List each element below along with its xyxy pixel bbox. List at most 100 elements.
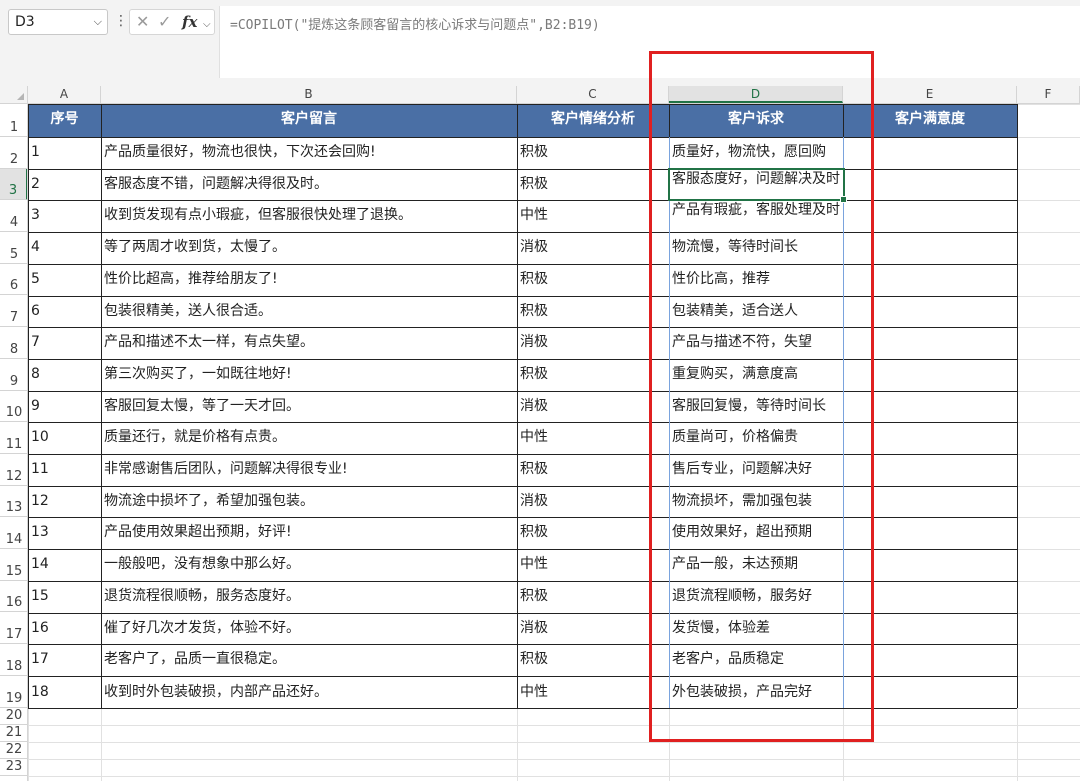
table-cell[interactable]: 产品质量很好，物流也很快，下次还会回购! xyxy=(101,137,517,169)
more-options-icon[interactable]: ⋮ xyxy=(114,12,128,30)
table-cell[interactable]: 产品和描述不太一样，有点失望。 xyxy=(101,327,517,359)
table-cell[interactable]: 消极 xyxy=(517,327,669,359)
table-cell[interactable]: 18 xyxy=(28,676,101,708)
row-number: 22 xyxy=(5,742,23,757)
table-cell[interactable]: 2 xyxy=(28,169,101,201)
formula-bar: D3 ⌵ ⋮ ✕ ✓ fx ⌵ =COPILOT("提炼这条顾客留言的核心诉求与… xyxy=(0,0,1080,86)
row-header[interactable]: 20 xyxy=(0,708,28,725)
table-cell[interactable]: 老客户了，品质一直很稳定。 xyxy=(101,644,517,676)
row-header[interactable]: 19 xyxy=(0,676,28,708)
table-cell[interactable]: 1 xyxy=(28,137,101,169)
row-header[interactable]: 14 xyxy=(0,517,28,550)
table-cell[interactable]: 积极 xyxy=(517,581,669,613)
table-cell[interactable]: 积极 xyxy=(517,517,669,549)
table-cell[interactable]: 积极 xyxy=(517,169,669,201)
table-header-cell[interactable]: 客户留言 xyxy=(101,104,517,137)
table-cell[interactable]: 4 xyxy=(28,232,101,264)
row-header[interactable]: 2 xyxy=(0,137,28,169)
table-cell[interactable]: 质量还行，就是价格有点贵。 xyxy=(101,422,517,454)
table-cell[interactable]: 中性 xyxy=(517,549,669,581)
row-header[interactable]: 5 xyxy=(0,232,28,264)
row-header[interactable]: 4 xyxy=(0,200,28,233)
row-header[interactable]: 18 xyxy=(0,644,28,676)
table-cell[interactable]: 中性 xyxy=(517,422,669,454)
table-cell[interactable]: 15 xyxy=(28,581,101,613)
row-header[interactable]: 21 xyxy=(0,725,28,742)
table-cell[interactable]: 6 xyxy=(28,296,101,328)
table-cell[interactable]: 9 xyxy=(28,391,101,423)
table-cell[interactable]: 消极 xyxy=(517,232,669,264)
row-header[interactable]: 10 xyxy=(0,391,28,423)
table-cell[interactable]: 积极 xyxy=(517,137,669,169)
table-cell[interactable]: 收到时外包装破损，内部产品还好。 xyxy=(101,676,517,708)
table-cell[interactable]: 收到货发现有点小瑕疵，但客服很快处理了退换。 xyxy=(101,200,517,232)
table-cell[interactable]: 11 xyxy=(28,454,101,486)
row-number: 4 xyxy=(9,215,19,231)
table-border xyxy=(1017,104,1018,708)
table-cell[interactable]: 催了好几次才发货，体验不好。 xyxy=(101,613,517,645)
table-cell[interactable]: 12 xyxy=(28,486,101,518)
table-cell[interactable]: 10 xyxy=(28,422,101,454)
table-header-cell[interactable]: 客户情绪分析 xyxy=(517,104,669,137)
table-cell[interactable]: 包装很精美，送人很合适。 xyxy=(101,296,517,328)
row-header[interactable]: 9 xyxy=(0,359,28,391)
row-header[interactable]: 7 xyxy=(0,296,28,328)
row-number: 20 xyxy=(5,708,23,723)
table-cell[interactable]: 8 xyxy=(28,359,101,391)
row-header[interactable]: 13 xyxy=(0,486,28,518)
table-cell[interactable]: 13 xyxy=(28,517,101,549)
gridline xyxy=(28,742,1080,743)
table-cell[interactable]: 14 xyxy=(28,549,101,581)
chevron-down-icon[interactable]: ⌵ xyxy=(94,10,102,34)
table-cell[interactable]: 3 xyxy=(28,200,101,232)
row-header[interactable]: 23 xyxy=(0,759,28,776)
table-cell[interactable]: 性价比超高，推荐给朋友了! xyxy=(101,264,517,296)
table-cell[interactable]: 产品使用效果超出预期，好评! xyxy=(101,517,517,549)
table-cell[interactable]: 等了两周才收到货，太慢了。 xyxy=(101,232,517,264)
table-cell[interactable]: 中性 xyxy=(517,200,669,232)
name-box[interactable]: D3 ⌵ xyxy=(8,9,108,35)
confirm-icon[interactable]: ✓ xyxy=(158,12,171,32)
table-cell[interactable]: 消极 xyxy=(517,391,669,423)
row-number: 19 xyxy=(5,690,23,706)
table-cell[interactable]: 积极 xyxy=(517,454,669,486)
table-cell[interactable]: 7 xyxy=(28,327,101,359)
table-cell[interactable]: 积极 xyxy=(517,644,669,676)
table-cell[interactable]: 消极 xyxy=(517,486,669,518)
table-cell[interactable]: 物流途中损坏了，希望加强包装。 xyxy=(101,486,517,518)
table-cell[interactable]: 17 xyxy=(28,644,101,676)
column-header-b[interactable]: B xyxy=(101,86,517,103)
cancel-icon[interactable]: ✕ xyxy=(136,12,149,32)
table-cell[interactable]: 非常感谢售后团队，问题解决得很专业! xyxy=(101,454,517,486)
row-header[interactable]: 15 xyxy=(0,549,28,581)
table-cell[interactable]: 积极 xyxy=(517,359,669,391)
column-header-c[interactable]: C xyxy=(517,86,669,103)
row-number: 23 xyxy=(5,759,23,774)
table-cell[interactable]: 中性 xyxy=(517,676,669,708)
table-cell[interactable]: 一般般吧，没有想象中那么好。 xyxy=(101,549,517,581)
table-header-cell[interactable]: 序号 xyxy=(28,104,101,137)
table-cell[interactable]: 退货流程很顺畅，服务态度好。 xyxy=(101,581,517,613)
chevron-down-icon[interactable]: ⌵ xyxy=(203,15,211,35)
row-header[interactable]: 12 xyxy=(0,454,28,486)
row-header[interactable]: 3 xyxy=(0,168,28,201)
table-cell[interactable]: 第三次购买了，一如既往地好! xyxy=(101,359,517,391)
row-header[interactable]: 11 xyxy=(0,422,28,454)
table-cell[interactable]: 16 xyxy=(28,613,101,645)
column-header-a[interactable]: A xyxy=(28,86,101,103)
insert-function-icon[interactable]: fx xyxy=(182,12,197,32)
row-header[interactable]: 6 xyxy=(0,264,28,296)
row-header[interactable]: 1 xyxy=(0,104,28,137)
table-cell[interactable]: 客服态度不错，问题解决得很及时。 xyxy=(101,169,517,201)
table-cell[interactable]: 客服回复太慢，等了一天才回。 xyxy=(101,391,517,423)
column-header-f[interactable]: F xyxy=(1017,86,1080,103)
table-cell[interactable]: 积极 xyxy=(517,264,669,296)
row-header[interactable]: 8 xyxy=(0,327,28,359)
row-header[interactable]: 16 xyxy=(0,581,28,613)
row-header[interactable]: 17 xyxy=(0,613,28,645)
table-cell[interactable]: 5 xyxy=(28,264,101,296)
select-all-button[interactable] xyxy=(0,86,28,103)
table-cell[interactable]: 积极 xyxy=(517,296,669,328)
row-header[interactable]: 22 xyxy=(0,742,28,759)
table-cell[interactable]: 消极 xyxy=(517,613,669,645)
